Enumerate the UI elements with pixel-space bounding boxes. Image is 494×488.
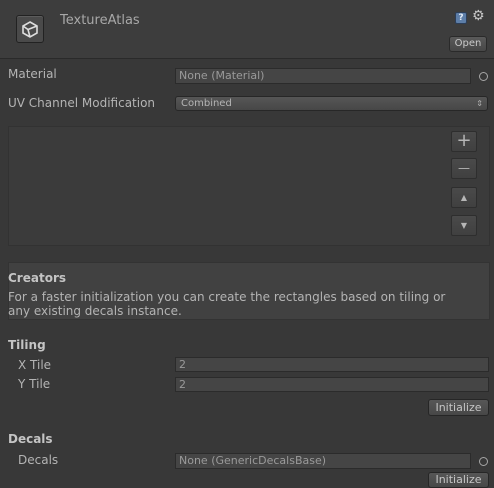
tiling-heading: Tiling <box>8 338 46 352</box>
y-tile-label: Y Tile <box>18 377 51 391</box>
x-tile-field[interactable]: 2 <box>175 357 489 372</box>
x-tile-label: X Tile <box>18 358 52 372</box>
uv-channel-label: UV Channel Modification <box>8 96 156 110</box>
dropdown-arrow-icon: ⇕ <box>476 99 483 108</box>
inspector-header <box>0 0 494 59</box>
rectangle-list[interactable] <box>8 126 490 246</box>
help-icon[interactable]: ? <box>455 12 467 24</box>
creators-heading: Creators <box>8 271 67 285</box>
uv-channel-dropdown[interactable]: Combined ⇕ <box>175 96 488 111</box>
material-field[interactable]: None (Material) <box>175 68 471 84</box>
decals-heading: Decals <box>8 432 53 446</box>
tiling-initialize-button[interactable]: Initialize <box>428 399 489 416</box>
decals-initialize-button[interactable]: Initialize <box>428 472 489 488</box>
decals-label: Decals <box>18 453 59 467</box>
object-picker-icon[interactable] <box>479 72 488 81</box>
uv-channel-value: Combined <box>181 98 232 109</box>
open-button[interactable]: Open <box>449 36 487 52</box>
move-up-button[interactable]: ▲ <box>451 187 477 208</box>
remove-button[interactable]: — <box>451 158 477 179</box>
add-button[interactable]: + <box>451 131 477 152</box>
creators-description-line2: any existing decals instance. <box>8 304 182 318</box>
gear-icon[interactable]: ⚙ <box>472 8 485 24</box>
creators-description-line1: For a faster initialization you can crea… <box>8 290 446 304</box>
y-tile-field[interactable]: 2 <box>175 377 489 392</box>
decals-field[interactable]: None (GenericDecalsBase) <box>175 453 471 469</box>
object-picker-icon[interactable] <box>479 457 488 466</box>
asset-title: TextureAtlas <box>60 13 140 28</box>
unity-logo-icon <box>16 15 44 43</box>
material-label: Material <box>8 67 57 81</box>
move-down-button[interactable]: ▼ <box>451 215 477 236</box>
